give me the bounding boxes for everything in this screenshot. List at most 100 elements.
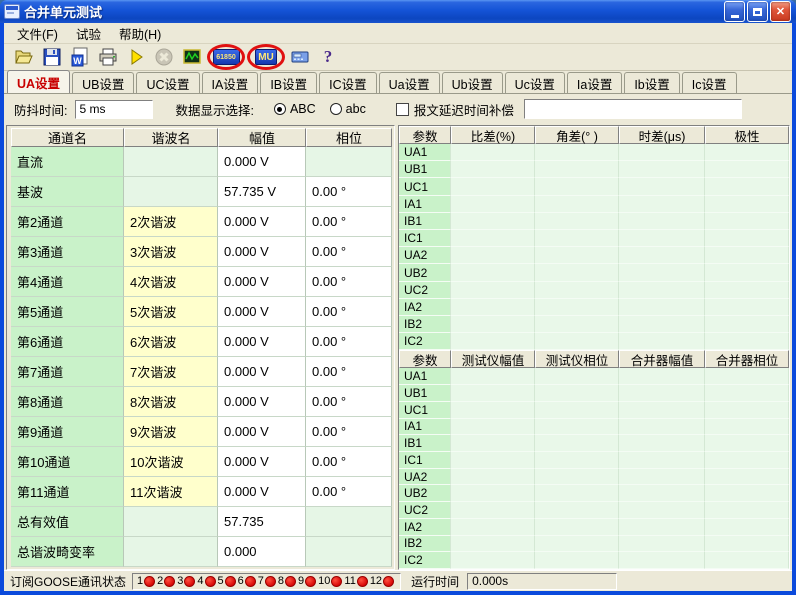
- amplitude-cell[interactable]: 0.000 V: [218, 267, 306, 297]
- menu-item[interactable]: 文件(F): [8, 22, 67, 45]
- radio-abc-upper[interactable]: [274, 103, 286, 115]
- phase-cell[interactable]: [306, 537, 392, 567]
- goose-indicators: 123456789101112: [132, 573, 401, 590]
- settings-tab[interactable]: IC设置: [319, 72, 377, 93]
- help-button[interactable]: ?: [314, 45, 342, 69]
- settings-tab[interactable]: IB设置: [260, 72, 317, 93]
- maximize-button[interactable]: [747, 1, 768, 22]
- tester-phase-cell: [535, 368, 619, 385]
- amplitude-cell[interactable]: 57.735: [218, 507, 306, 537]
- harmonic-name-cell: 11次谐波: [124, 477, 218, 507]
- mu-config-button[interactable]: MU: [246, 45, 286, 69]
- merger-phase-cell: [705, 402, 789, 419]
- phase-cell[interactable]: 0.00 °: [306, 267, 392, 297]
- channel-name-cell: 基波: [11, 177, 124, 207]
- minimize-button[interactable]: [724, 1, 745, 22]
- amplitude-cell[interactable]: 57.735 V: [218, 177, 306, 207]
- menu-item[interactable]: 试验: [67, 22, 110, 45]
- harmonic-name-cell: [124, 507, 218, 537]
- amplitude-cell[interactable]: 0.000 V: [218, 417, 306, 447]
- angle-error-cell: [535, 196, 619, 213]
- param-cell: IA1: [399, 196, 451, 213]
- time-error-cell: [619, 144, 705, 161]
- column-header: 合并器相位: [705, 350, 789, 368]
- save-button[interactable]: [38, 45, 66, 69]
- settings-tab[interactable]: Ic设置: [682, 72, 737, 93]
- settings-tab[interactable]: IA设置: [202, 72, 259, 93]
- amplitude-cell[interactable]: 0.000 V: [218, 447, 306, 477]
- results-panel: 参数比差(%)角差(° )时差(μs)极性 UA1UB1UC1IA1IB1IC1…: [398, 125, 790, 570]
- column-header: 测试仪相位: [535, 350, 619, 368]
- debounce-time-input[interactable]: [75, 100, 153, 119]
- settings-tab[interactable]: UA设置: [7, 70, 70, 93]
- window-bottom-border: [0, 591, 796, 595]
- waveform-button[interactable]: [178, 45, 206, 69]
- ratio-error-cell: [451, 161, 535, 178]
- amplitude-cell[interactable]: 0.000 V: [218, 357, 306, 387]
- iec61850-config-button[interactable]: 61850: [206, 45, 246, 69]
- settings-tab[interactable]: UC设置: [136, 72, 199, 93]
- angle-error-cell: [535, 230, 619, 247]
- merger-phase-cell: [705, 385, 789, 402]
- harmonic-name-cell: 9次谐波: [124, 417, 218, 447]
- settings-tab[interactable]: UB设置: [72, 72, 134, 93]
- amplitude-cell[interactable]: 0.000 V: [218, 477, 306, 507]
- harmonic-name-cell: 2次谐波: [124, 207, 218, 237]
- amplitude-cell[interactable]: 0.000 V: [218, 207, 306, 237]
- amplitude-cell[interactable]: 0.000: [218, 537, 306, 567]
- channel-name-cell: 第6通道: [11, 327, 124, 357]
- merger-phase-cell: [705, 519, 789, 536]
- menu-item[interactable]: 帮助(H): [110, 22, 170, 45]
- device-panel-button[interactable]: [286, 45, 314, 69]
- settings-tab[interactable]: Ub设置: [442, 72, 503, 93]
- open-file-button[interactable]: [10, 45, 38, 69]
- phase-cell[interactable]: 0.00 °: [306, 447, 392, 477]
- phase-cell[interactable]: 0.00 °: [306, 477, 392, 507]
- polarity-cell: [705, 230, 789, 247]
- phase-cell[interactable]: 0.00 °: [306, 297, 392, 327]
- tester-amplitude-cell: [451, 419, 535, 436]
- close-button[interactable]: ✕: [770, 1, 791, 22]
- amplitude-cell[interactable]: 0.000 V: [218, 387, 306, 417]
- export-word-button[interactable]: W: [66, 45, 94, 69]
- indicator-number: 2: [157, 575, 163, 587]
- amplitude-cell[interactable]: 0.000 V: [218, 327, 306, 357]
- settings-tab[interactable]: Ia设置: [567, 72, 622, 93]
- polarity-cell: [705, 196, 789, 213]
- ratio-error-cell: [451, 178, 535, 195]
- polarity-cell: [705, 144, 789, 161]
- settings-tab[interactable]: Ib设置: [624, 72, 679, 93]
- phase-cell[interactable]: [306, 147, 392, 177]
- amplitude-cell[interactable]: 0.000 V: [218, 297, 306, 327]
- column-header: 相位: [306, 128, 392, 147]
- settings-tab[interactable]: Ua设置: [379, 72, 440, 93]
- phase-cell[interactable]: 0.00 °: [306, 327, 392, 357]
- tester-amplitude-cell: [451, 536, 535, 553]
- channel-name-cell: 第11通道: [11, 477, 124, 507]
- table-row: UB1: [399, 385, 789, 402]
- phase-cell[interactable]: 0.00 °: [306, 207, 392, 237]
- ratio-error-cell: [451, 299, 535, 316]
- phase-cell[interactable]: 0.00 °: [306, 357, 392, 387]
- harmonic-name-cell: 8次谐波: [124, 387, 218, 417]
- radio-abc-lower[interactable]: [330, 103, 342, 115]
- amplitude-cell[interactable]: 0.000 V: [218, 147, 306, 177]
- delay-compensation-input[interactable]: [524, 99, 742, 119]
- tester-phase-cell: [535, 385, 619, 402]
- tester-phase-cell: [535, 419, 619, 436]
- phase-cell[interactable]: [306, 507, 392, 537]
- phase-cell[interactable]: 0.00 °: [306, 387, 392, 417]
- phase-cell[interactable]: 0.00 °: [306, 177, 392, 207]
- phase-cell[interactable]: 0.00 °: [306, 237, 392, 267]
- settings-tab[interactable]: Uc设置: [505, 72, 565, 93]
- table-row: IB2: [399, 536, 789, 553]
- print-button[interactable]: [94, 45, 122, 69]
- polarity-cell: [705, 264, 789, 281]
- channel-name-cell: 总谐波畸变率: [11, 537, 124, 567]
- indicator-number: 5: [218, 575, 224, 587]
- run-test-button[interactable]: [122, 45, 150, 69]
- table-row: IB1: [399, 435, 789, 452]
- delay-compensation-checkbox[interactable]: [396, 103, 409, 116]
- amplitude-cell[interactable]: 0.000 V: [218, 237, 306, 267]
- phase-cell[interactable]: 0.00 °: [306, 417, 392, 447]
